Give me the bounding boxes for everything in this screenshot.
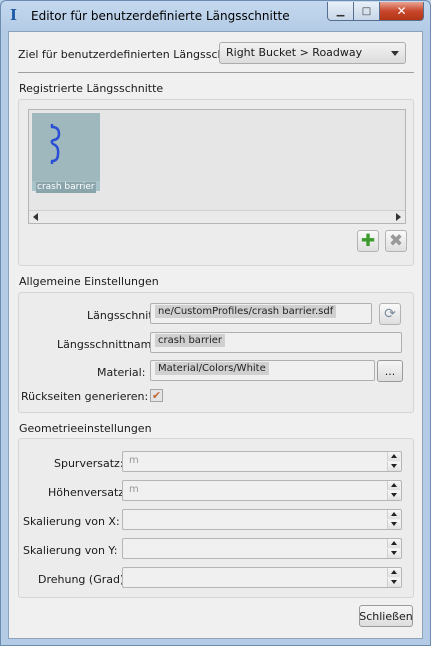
registered-group: crash barrier ✚ ✖ bbox=[18, 99, 414, 266]
delete-profile-button[interactable]: ✖ bbox=[385, 230, 407, 252]
separator bbox=[18, 72, 414, 73]
profile-name-label: Längsschnittname: bbox=[57, 338, 162, 351]
browse-material-button[interactable]: ... bbox=[377, 360, 403, 382]
profile-curve-icon bbox=[50, 124, 61, 164]
refresh-button[interactable]: ⟳ bbox=[379, 303, 401, 325]
material-label: Material: bbox=[97, 366, 146, 379]
profile-list[interactable]: crash barrier bbox=[28, 109, 406, 224]
backfaces-label: Rückseiten generieren: bbox=[21, 390, 149, 403]
minimize-button[interactable]: ▁ bbox=[327, 2, 354, 21]
general-group: Längsschnitt: ne/CustomProfiles/crash ba… bbox=[18, 292, 414, 413]
profile-thumbnail-label: crash barrier bbox=[36, 182, 96, 193]
rotation-spinbox[interactable] bbox=[122, 567, 402, 588]
horizontal-scrollbar[interactable] bbox=[29, 210, 405, 223]
window-title: Editor für benutzerdefinierte Längsschni… bbox=[31, 9, 290, 23]
scroll-left-icon[interactable] bbox=[33, 213, 38, 221]
target-combobox[interactable]: Right Bucket > Roadway bbox=[219, 42, 406, 64]
scale-y-spinbox[interactable] bbox=[122, 538, 402, 559]
profile-preview bbox=[32, 113, 100, 181]
spin-down-icon[interactable] bbox=[387, 491, 400, 500]
add-profile-button[interactable]: ✚ bbox=[357, 230, 379, 252]
delete-x-icon: ✖ bbox=[388, 231, 404, 251]
height-offset-label: Höhenversatz: bbox=[48, 486, 128, 499]
spin-up-icon[interactable] bbox=[387, 568, 400, 577]
spin-up-icon[interactable] bbox=[387, 452, 400, 461]
spin-up-icon[interactable] bbox=[387, 539, 400, 548]
plus-icon: ✚ bbox=[360, 231, 376, 251]
geometry-group: Spurversatz: m Höhenversatz: m Skalierun… bbox=[18, 438, 414, 598]
scale-x-label: Skalierung von X: bbox=[23, 515, 120, 528]
profile-path-field[interactable]: ne/CustomProfiles/crash barrier.sdf bbox=[150, 303, 372, 324]
spin-down-icon[interactable] bbox=[387, 578, 400, 587]
refresh-icon: ⟳ bbox=[384, 306, 396, 322]
rotation-label: Drehung (Grad) bbox=[38, 573, 125, 586]
scroll-right-icon[interactable] bbox=[396, 213, 401, 221]
lane-offset-unit: m bbox=[129, 455, 139, 466]
target-label: Ziel für benutzerdefinierten Längsschni bbox=[18, 48, 235, 61]
material-value: Material/Colors/White bbox=[155, 362, 269, 375]
scale-x-spinbox[interactable] bbox=[122, 509, 402, 530]
registered-section-title: Registrierte Längsschnitte bbox=[19, 82, 164, 95]
backfaces-checkbox[interactable]: ✔ bbox=[150, 389, 163, 402]
profile-name-value: crash barrier bbox=[155, 334, 226, 347]
chevron-down-icon bbox=[391, 51, 399, 56]
scale-y-label: Skalierung von Y: bbox=[23, 544, 118, 557]
lane-offset-label: Spurversatz: bbox=[54, 457, 124, 470]
target-combobox-value: Right Bucket > Roadway bbox=[226, 46, 363, 59]
profile-path-value: ne/CustomProfiles/crash barrier.sdf bbox=[155, 305, 337, 318]
close-window-button[interactable]: ✕ bbox=[380, 2, 424, 21]
geometry-section-title: Geometrieeinstellungen bbox=[19, 422, 152, 435]
dialog-window: I Editor für benutzerdefinierte Längssch… bbox=[0, 0, 431, 646]
checkmark-icon: ✔ bbox=[151, 389, 162, 402]
spin-down-icon[interactable] bbox=[387, 549, 400, 558]
spin-down-icon[interactable] bbox=[387, 462, 400, 471]
material-field[interactable]: Material/Colors/White bbox=[150, 360, 375, 381]
lane-offset-spinbox[interactable]: m bbox=[122, 451, 402, 472]
title-bar[interactable]: I Editor für benutzerdefinierte Längssch… bbox=[1, 1, 430, 31]
window-controls: ▁ □ ✕ bbox=[327, 2, 424, 21]
close-button[interactable]: Schließen bbox=[359, 605, 413, 627]
maximize-button[interactable]: □ bbox=[354, 2, 380, 21]
spin-up-icon[interactable] bbox=[387, 481, 400, 490]
height-offset-spinbox[interactable]: m bbox=[122, 480, 402, 501]
spin-up-icon[interactable] bbox=[387, 510, 400, 519]
spin-down-icon[interactable] bbox=[387, 520, 400, 529]
app-icon: I bbox=[10, 6, 18, 24]
profile-name-field[interactable]: crash barrier bbox=[150, 332, 402, 353]
height-offset-unit: m bbox=[129, 484, 139, 495]
dialog-body: Ziel für benutzerdefinierten Längsschni … bbox=[8, 31, 423, 639]
general-section-title: Allgemeine Einstellungen bbox=[19, 275, 159, 288]
profile-thumbnail[interactable]: crash barrier bbox=[32, 113, 100, 193]
